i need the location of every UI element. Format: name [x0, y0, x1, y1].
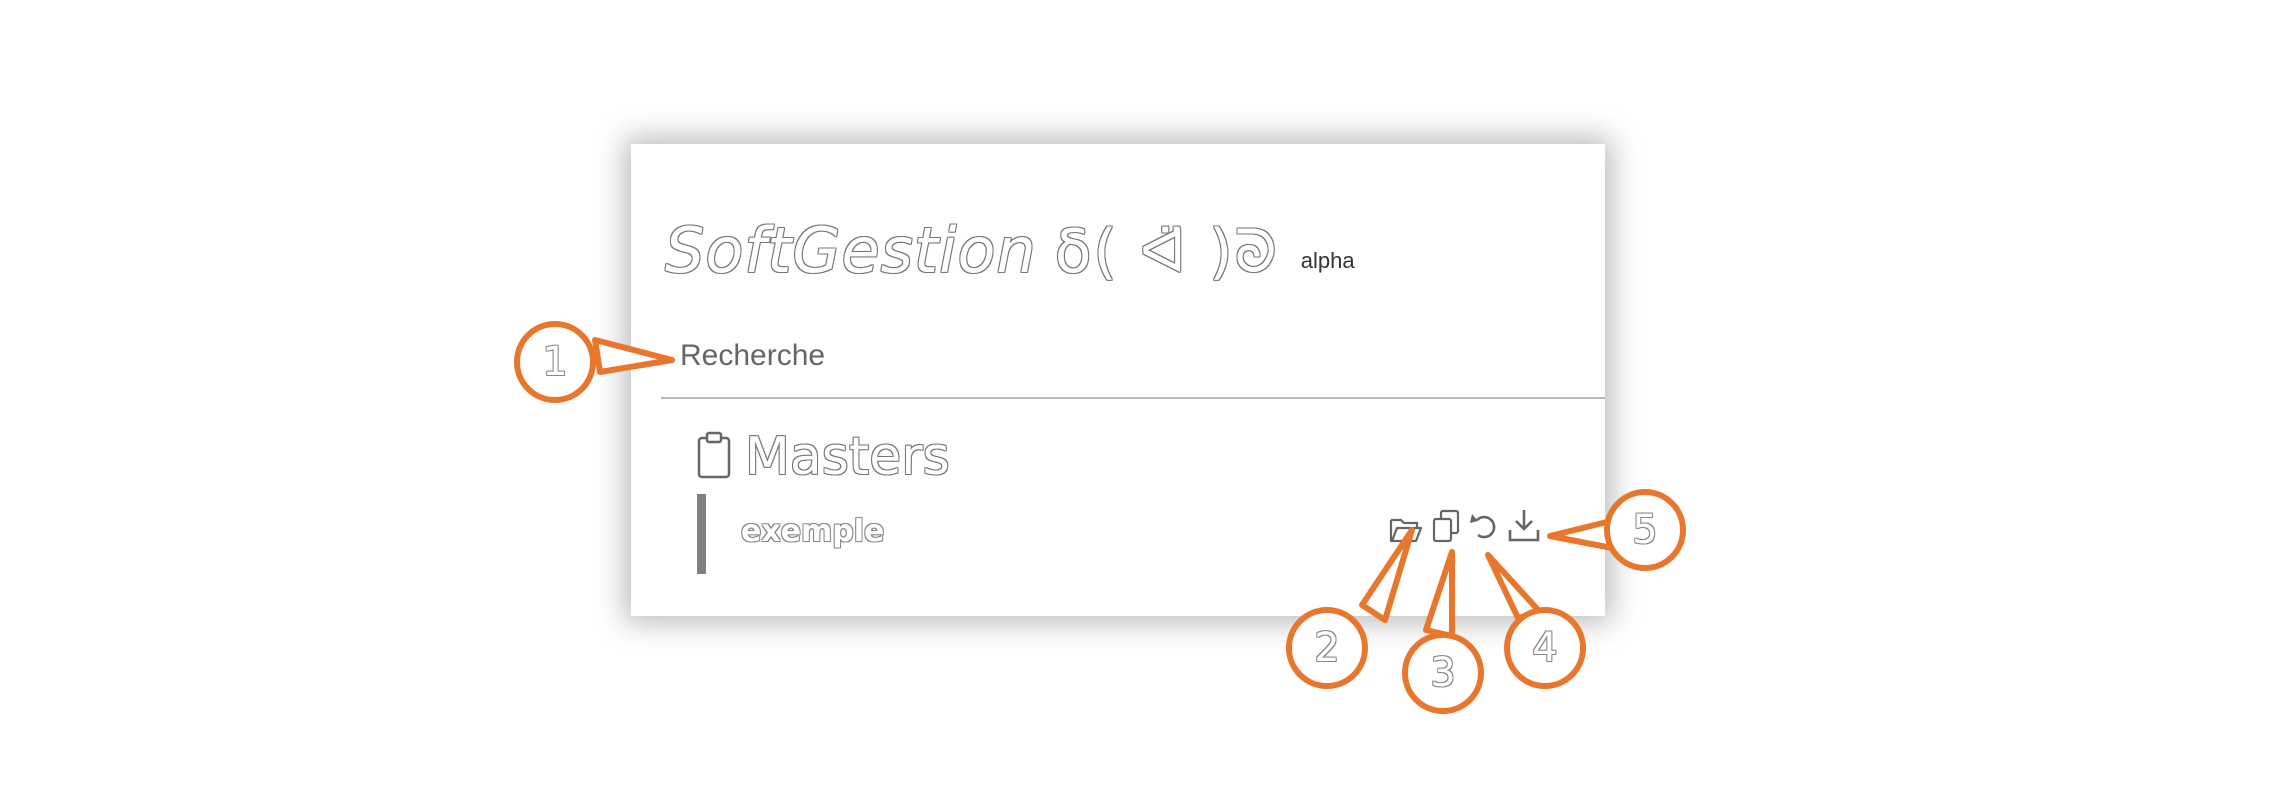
callout-graphics — [514, 321, 1686, 714]
callout-4: 4 — [1532, 625, 1558, 671]
callout-1: 1 — [542, 339, 568, 385]
screenshot-stage: SoftGestion δ( ᐊ̈ )ᘐ alpha Recherche Mas… — [0, 0, 2279, 809]
callout-3: 3 — [1430, 650, 1456, 696]
callout-2: 2 — [1314, 625, 1340, 671]
callout-5: 5 — [1632, 507, 1658, 553]
